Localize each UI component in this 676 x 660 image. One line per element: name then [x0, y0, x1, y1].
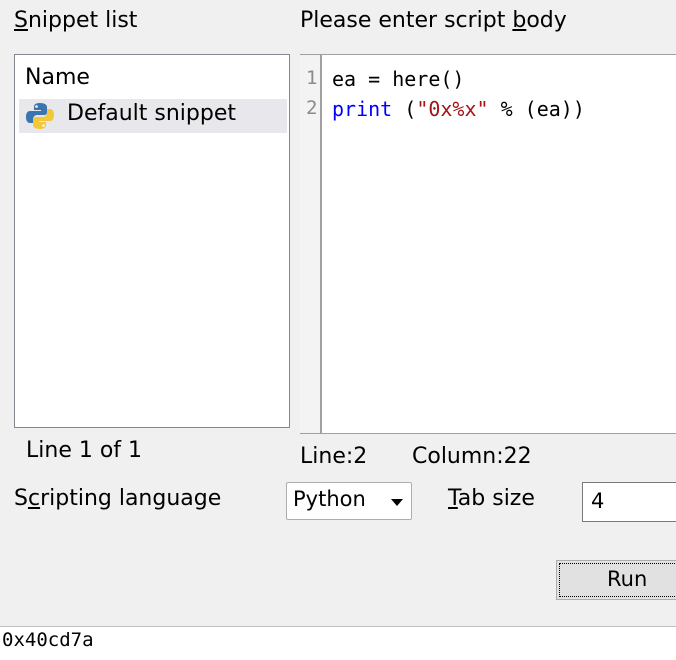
run-button[interactable]: Run: [556, 560, 676, 600]
python-icon: [26, 103, 54, 129]
snippet-list-item[interactable]: Default snippet: [19, 99, 287, 133]
scripting-language-label: Scripting language: [14, 486, 222, 511]
code-line-1[interactable]: ea = here(): [332, 67, 464, 91]
name-column-header[interactable]: Name: [25, 65, 90, 90]
snippet-list-label: Snippet list: [14, 8, 138, 33]
script-editor[interactable]: 1 2 ea = here() print ("0x%x" % (ea)): [300, 54, 676, 434]
selected-language: Python: [293, 487, 366, 511]
scripting-language-select[interactable]: Python: [286, 482, 412, 520]
output-text: 0x40cd7a: [2, 629, 94, 651]
tab-size-value: 4: [591, 489, 605, 513]
tab-size-label: Tab size: [448, 486, 535, 511]
output-window[interactable]: 0x40cd7a: [0, 626, 676, 660]
run-button-label: Run: [607, 567, 648, 591]
snippet-item-label: Default snippet: [67, 101, 236, 126]
line-number: 1: [306, 67, 318, 89]
line-number-gutter: 1 2: [300, 55, 322, 433]
line-number: 2: [306, 97, 318, 119]
editor-status-column: Column:22: [412, 444, 532, 469]
code-line-2[interactable]: print ("0x%x" % (ea)): [332, 97, 585, 121]
script-body-label: Please enter script body: [300, 8, 567, 33]
tab-size-input[interactable]: 4: [582, 482, 676, 522]
snippet-list[interactable]: Name Default snippet: [14, 54, 290, 428]
editor-status-line: Line:2: [300, 444, 368, 469]
snippet-list-status: Line 1 of 1: [26, 438, 143, 463]
chevron-down-icon: [391, 499, 403, 506]
